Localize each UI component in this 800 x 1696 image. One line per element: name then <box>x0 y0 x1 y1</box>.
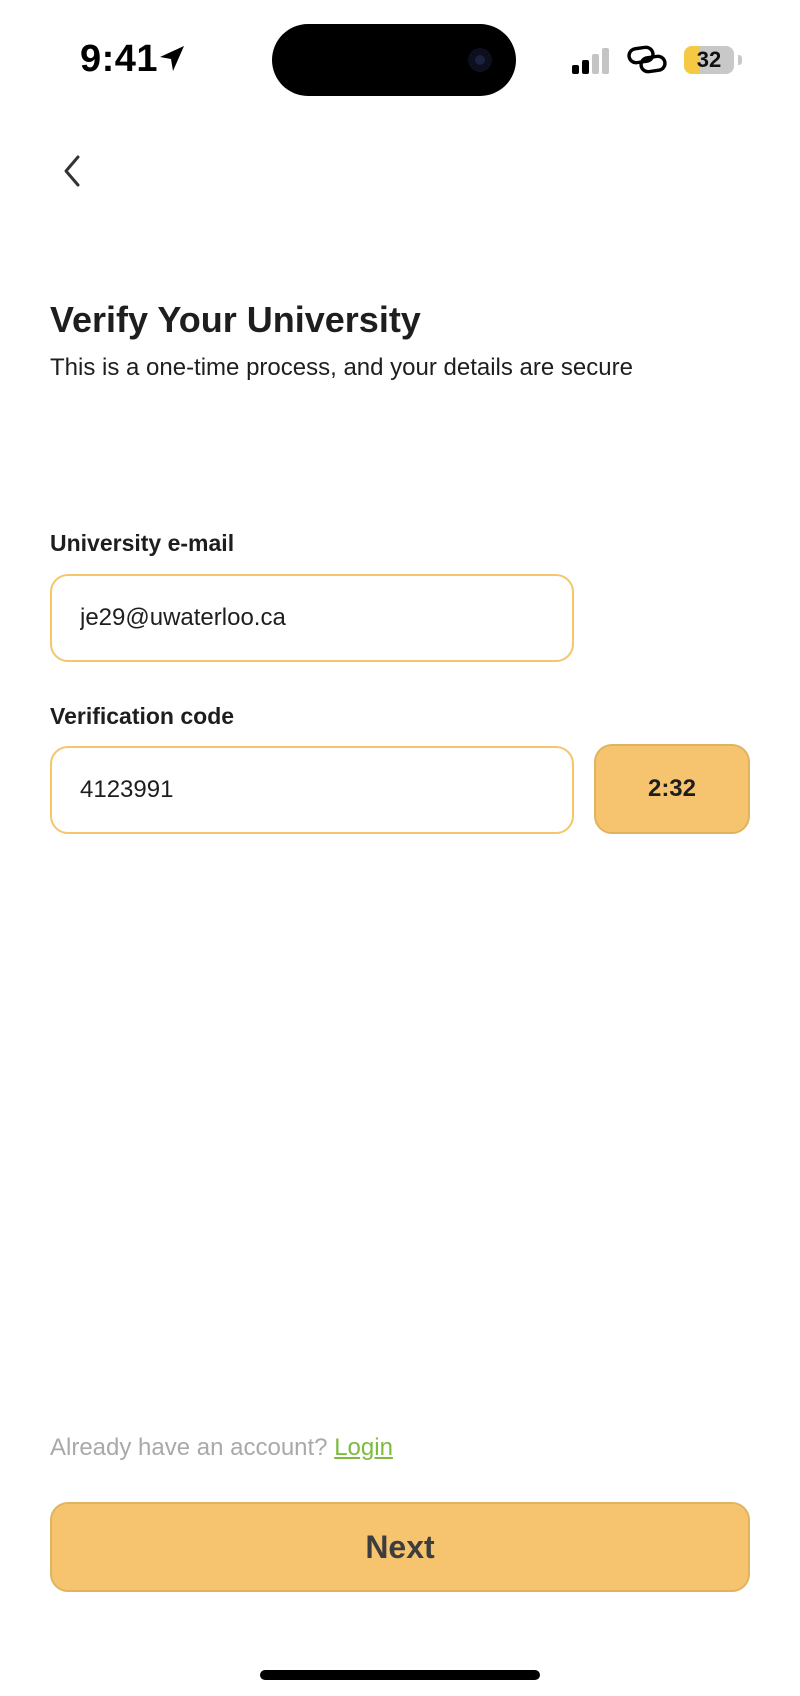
login-prompt-text: Already have an account? <box>50 1434 328 1461</box>
login-prompt: Already have an account? Login <box>50 1432 393 1464</box>
resend-timer-button[interactable]: 2:32 <box>594 744 750 834</box>
login-link[interactable]: Login <box>334 1434 393 1461</box>
status-time: 9:41 <box>80 38 159 80</box>
next-button[interactable]: Next <box>50 1502 750 1592</box>
email-label: University e-mail <box>50 530 235 556</box>
dynamic-island <box>272 24 516 96</box>
email-field[interactable] <box>50 574 574 662</box>
status-bar: 9:41 32 <box>0 0 800 110</box>
back-button[interactable] <box>50 146 94 196</box>
verification-code-field[interactable] <box>50 746 574 834</box>
front-camera-icon <box>468 48 492 72</box>
location-arrow-icon <box>160 46 184 71</box>
battery-tip <box>738 55 742 65</box>
link-icon <box>627 45 667 74</box>
chevron-left-icon <box>64 155 80 187</box>
battery-body: 32 <box>684 46 734 74</box>
battery-level: 32 <box>696 47 722 72</box>
page-subtitle: This is a one-time process, and your det… <box>50 354 633 381</box>
page-title: Verify Your University <box>50 299 421 340</box>
verification-code-label: Verification code <box>50 703 235 729</box>
battery-icon: 32 <box>684 46 742 74</box>
cellular-signal-icon <box>572 48 609 74</box>
home-indicator <box>260 1670 540 1680</box>
